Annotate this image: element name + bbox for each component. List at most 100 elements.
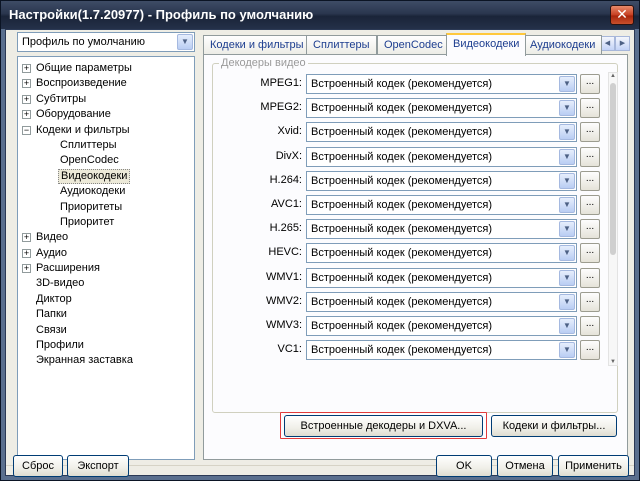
- title-bar[interactable]: Настройки(1.7.20977) - Профиль по умолча…: [1, 1, 639, 29]
- decoder-rows: MPEG1: Встроенный кодек (рекомендуется) ▼.…: [213, 74, 603, 410]
- decoder-settings-button[interactable]: ...: [580, 74, 600, 94]
- profile-dropdown[interactable]: Профиль по умолчанию ▼: [17, 32, 195, 52]
- tree-item[interactable]: + Расширения: [18, 261, 194, 276]
- decoder-select[interactable]: Встроенный кодек (рекомендуется) ▼: [306, 316, 577, 336]
- tree-item[interactable]: Приоритет: [18, 215, 194, 230]
- apply-button[interactable]: Применить: [558, 455, 629, 477]
- codecs-filters-button[interactable]: Кодеки и фильтры...: [491, 415, 617, 437]
- decoder-settings-button[interactable]: ...: [580, 267, 600, 288]
- tab-0[interactable]: Кодеки и фильтры: [203, 35, 311, 55]
- tree-item[interactable]: 3D-видео: [18, 276, 194, 291]
- decoder-select[interactable]: Встроенный кодек (рекомендуется) ▼: [306, 146, 577, 167]
- decoder-select[interactable]: Встроенный кодек (рекомендуется) ▼: [306, 98, 577, 119]
- chevron-down-icon[interactable]: ▼: [559, 293, 575, 310]
- decoder-select-value: Встроенный кодек (рекомендуется): [311, 78, 492, 90]
- decoder-settings-button[interactable]: ...: [580, 340, 600, 361]
- decoder-label: H.265:: [269, 222, 302, 235]
- tab-strip: ◀ ▶ Кодеки и фильтры Сплиттеры OpenCodec Ви…: [203, 33, 630, 56]
- tree-item[interactable]: + Общие параметры: [18, 61, 194, 76]
- tree-item[interactable]: Экранная заставка: [18, 353, 194, 368]
- decoder-settings-button[interactable]: ...: [580, 219, 600, 240]
- decoder-select[interactable]: Встроенный кодек (рекомендуется) ▼: [306, 291, 577, 312]
- tree-item[interactable]: Диктор: [18, 292, 194, 307]
- decoder-settings-button[interactable]: ...: [580, 122, 600, 143]
- chevron-down-icon[interactable]: ▼: [559, 318, 575, 334]
- decoder-settings-button[interactable]: ...: [580, 170, 600, 191]
- expand-icon[interactable]: +: [22, 248, 31, 258]
- scroll-up-icon[interactable]: ▲: [609, 73, 617, 79]
- tree-item[interactable]: + Аудио: [18, 246, 194, 261]
- builtin-decoders-dxva-button[interactable]: Встроенные декодеры и DXVA...: [284, 415, 483, 437]
- decoder-select[interactable]: Встроенный кодек (рекомендуется) ▼: [306, 267, 577, 288]
- close-icon[interactable]: ✕: [610, 5, 634, 25]
- decoder-select[interactable]: Встроенный кодек (рекомендуется) ▼: [306, 219, 577, 240]
- tree-item[interactable]: + Оборудование: [18, 107, 194, 122]
- tree-item-label: Видео: [36, 231, 69, 244]
- chevron-down-icon[interactable]: ▼: [559, 342, 575, 359]
- tree-item[interactable]: Связи: [18, 323, 194, 338]
- tree-item[interactable]: Аудиокодеки: [18, 184, 194, 199]
- tree-item[interactable]: Профили: [18, 338, 194, 353]
- decoder-select[interactable]: Встроенный кодек (рекомендуется) ▼: [306, 122, 577, 143]
- expand-icon[interactable]: +: [22, 110, 31, 120]
- expand-icon[interactable]: +: [22, 264, 31, 274]
- decoder-row: HEVC: Встроенный кодек (рекомендуется) ▼..…: [213, 243, 603, 264]
- expand-icon[interactable]: +: [22, 79, 31, 89]
- tree-item[interactable]: − Кодеки и фильтры: [18, 123, 194, 138]
- decoder-select[interactable]: Встроенный кодек (рекомендуется) ▼: [306, 170, 577, 191]
- chevron-down-icon[interactable]: ▼: [559, 172, 575, 189]
- tree-item[interactable]: + Субтитры: [18, 92, 194, 107]
- settings-tree[interactable]: + Общие параметры + Воспроизведение + Субтитр…: [17, 56, 195, 460]
- decoder-settings-button[interactable]: ...: [580, 291, 600, 312]
- export-button[interactable]: Экспорт: [67, 455, 129, 477]
- chevron-down-icon[interactable]: ▼: [559, 100, 575, 117]
- decoder-select-value: Встроенный кодек (рекомендуется): [311, 174, 492, 187]
- cancel-button[interactable]: Отмена: [497, 455, 553, 477]
- decoder-select-value: Встроенный кодек (рекомендуется): [311, 295, 492, 308]
- reset-button[interactable]: Сброс: [13, 455, 63, 477]
- scrollbar-thumb[interactable]: [610, 83, 616, 255]
- tab-4[interactable]: Аудиокодеки: [523, 35, 603, 55]
- tree-item-label: Воспроизведение: [36, 77, 127, 90]
- expand-icon[interactable]: +: [22, 94, 31, 104]
- expand-icon[interactable]: +: [22, 64, 31, 73]
- decoder-settings-button[interactable]: ...: [580, 316, 600, 336]
- decoder-label: HEVC:: [268, 246, 302, 259]
- chevron-down-icon[interactable]: ▼: [559, 148, 575, 165]
- collapse-icon[interactable]: −: [22, 125, 31, 135]
- chevron-down-icon[interactable]: ▼: [559, 76, 575, 92]
- chevron-down-icon[interactable]: ▼: [559, 245, 575, 262]
- chevron-down-icon[interactable]: ▼: [559, 269, 575, 286]
- vertical-scrollbar[interactable]: ▲ ▼: [608, 72, 618, 366]
- chevron-down-icon[interactable]: ▼: [559, 221, 575, 238]
- chevron-down-icon[interactable]: ▼: [559, 197, 575, 213]
- tree-item[interactable]: Видеокодеки: [18, 168, 194, 184]
- decoder-settings-button[interactable]: ...: [580, 195, 600, 215]
- tab-2[interactable]: OpenCodec: [377, 35, 450, 55]
- decoder-settings-button[interactable]: ...: [580, 146, 600, 167]
- tree-item[interactable]: Приоритеты: [18, 200, 194, 215]
- tab-1[interactable]: Сплиттеры: [306, 35, 377, 55]
- expand-icon[interactable]: +: [22, 233, 31, 243]
- tree-item-label: OpenCodec: [60, 154, 119, 167]
- chevron-down-icon[interactable]: ▼: [559, 124, 575, 141]
- decoder-settings-button[interactable]: ...: [580, 243, 600, 264]
- tree-item[interactable]: + Воспроизведение: [18, 76, 194, 91]
- decoder-select[interactable]: Встроенный кодек (рекомендуется) ▼: [306, 243, 577, 264]
- tree-item[interactable]: + Видео: [18, 230, 194, 245]
- scroll-down-icon[interactable]: ▼: [609, 359, 617, 365]
- decoder-select[interactable]: Встроенный кодек (рекомендуется) ▼: [306, 340, 577, 361]
- decoder-settings-button[interactable]: ...: [580, 98, 600, 119]
- tab-scroll-right-icon[interactable]: ▶: [615, 36, 630, 51]
- tree-item-label: Общие параметры: [36, 62, 132, 74]
- decoder-select[interactable]: Встроенный кодек (рекомендуется) ▼: [306, 195, 577, 215]
- decoder-row: H.265: Встроенный кодек (рекомендуется) ▼.…: [213, 219, 603, 240]
- tab-3[interactable]: Видеокодеки: [446, 33, 527, 56]
- decoder-select-value: Встроенный кодек (рекомендуется): [311, 344, 492, 357]
- chevron-down-icon[interactable]: ▼: [177, 34, 193, 50]
- tree-item[interactable]: OpenCodec: [18, 153, 194, 168]
- ok-button[interactable]: OK: [436, 455, 492, 477]
- decoder-select[interactable]: Встроенный кодек (рекомендуется) ▼: [306, 74, 577, 94]
- tree-item[interactable]: Папки: [18, 307, 194, 322]
- tree-item[interactable]: Сплиттеры: [18, 138, 194, 153]
